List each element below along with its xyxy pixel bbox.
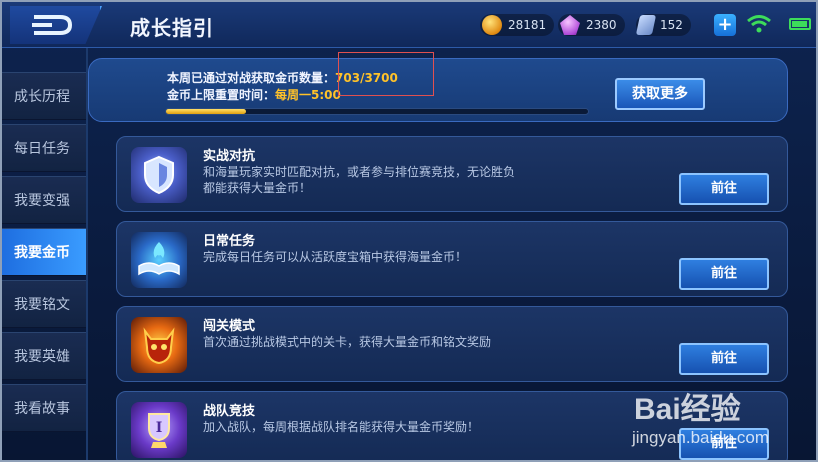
svg-text:I: I xyxy=(156,420,163,436)
wifi-icon xyxy=(747,15,771,33)
back-arrow-icon xyxy=(32,15,73,35)
weekly-gold-value: 703/3700 xyxy=(335,71,398,85)
card-title: 闯关模式 xyxy=(203,319,256,334)
weekly-gold-label: 本周已通过对战获取金币数量： xyxy=(167,71,336,85)
task-card: 日常任务 完成每日任务可以从活跃度宝箱中获得海量金币！ 前往 xyxy=(116,221,788,297)
task-card: 闯关模式 首次通过挑战模式中的关卡，获得大量金币和铭文奖励 前往 xyxy=(116,306,788,382)
top-bar: 成长指引 28181 2380 152 + xyxy=(2,2,816,48)
gold-progress-bar xyxy=(165,108,589,115)
card-description: 完成每日任务可以从活跃度宝箱中获得海量金币！ xyxy=(203,250,468,264)
gold-coin-icon xyxy=(482,15,502,35)
gem-counter[interactable]: 2380 xyxy=(558,14,625,36)
diamond-icon xyxy=(560,15,580,35)
go-button[interactable]: 前往 xyxy=(679,258,769,290)
ticket-amount: 152 xyxy=(660,18,683,32)
go-button[interactable]: 前往 xyxy=(679,173,769,205)
sidebar-item-growth-history[interactable]: 成长历程 xyxy=(2,72,86,120)
sidebar-item-daily-tasks[interactable]: 每日任务 xyxy=(2,124,86,172)
sidebar-item-get-stronger[interactable]: 我要变强 xyxy=(2,176,86,224)
book-icon xyxy=(131,232,187,288)
sidebar-item-get-heroes[interactable]: 我要英雄 xyxy=(2,332,86,380)
reset-time-value: 每周一5:00 xyxy=(275,88,341,102)
gold-summary-panel: 本周已通过对战获取金币数量：703/3700 金币上限重置时间：每周一5:00 … xyxy=(88,58,788,122)
coin-counter[interactable]: 28181 xyxy=(480,14,555,36)
card-title: 战队竞技 xyxy=(203,404,256,419)
get-more-button[interactable]: 获取更多 xyxy=(615,78,705,110)
back-button[interactable] xyxy=(10,6,102,44)
add-currency-button[interactable]: + xyxy=(714,14,736,36)
card-description: 和海量玩家实时匹配对抗，或者参与排位赛竞技，无论胜负都能获得大量金币！ xyxy=(203,165,516,195)
shield-icon xyxy=(131,147,187,203)
battery-icon xyxy=(789,18,811,30)
sidebar-item-get-gold[interactable]: 我要金币 xyxy=(2,228,86,276)
sidebar-menu: 成长历程 每日任务 我要变强 我要金币 我要铭文 我要英雄 我看故事 xyxy=(2,72,86,436)
reset-time-label: 金币上限重置时间： xyxy=(167,88,276,102)
page-title: 成长指引 xyxy=(130,16,214,40)
sidebar-item-get-inscriptions[interactable]: 我要铭文 xyxy=(2,280,86,328)
gold-progress-fill xyxy=(166,109,247,114)
gem-amount: 2380 xyxy=(586,18,617,32)
card-description: 首次通过挑战模式中的关卡，获得大量金币和铭文奖励 xyxy=(203,335,492,349)
coin-amount: 28181 xyxy=(508,18,547,32)
card-description: 加入战队，每周根据战队排名能获得大量金币奖励！ xyxy=(203,420,480,434)
game-screen: 成长指引 28181 2380 152 + 成长历程 每日任务 我要变强 我要金… xyxy=(0,0,818,462)
weekly-gold-line: 本周已通过对战获取金币数量：703/3700 xyxy=(167,69,398,86)
go-button[interactable]: 前往 xyxy=(679,428,769,460)
task-card: I 战队竞技 加入战队，每周根据战队排名能获得大量金币奖励！ 前往 xyxy=(116,391,788,460)
trophy-icon: I xyxy=(131,402,187,458)
card-title: 日常任务 xyxy=(203,234,256,249)
ticket-counter[interactable]: 152 xyxy=(635,14,691,36)
reset-time-line: 金币上限重置时间：每周一5:00 xyxy=(167,86,341,103)
go-button[interactable]: 前往 xyxy=(679,343,769,375)
demon-mask-icon xyxy=(131,317,187,373)
card-title: 实战对抗 xyxy=(203,149,256,164)
ticket-icon xyxy=(635,15,657,35)
task-card: 实战对抗 和海量玩家实时匹配对抗，或者参与排位赛竞技，无论胜负都能获得大量金币！… xyxy=(116,136,788,212)
sidebar-item-read-stories[interactable]: 我看故事 xyxy=(2,384,86,432)
